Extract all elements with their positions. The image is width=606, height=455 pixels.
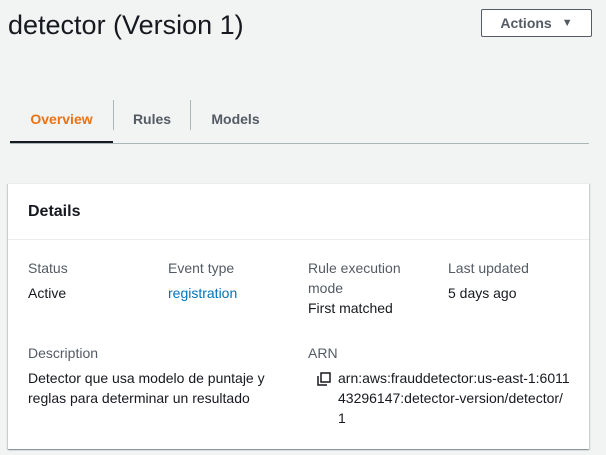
actions-button[interactable]: Actions ▼ <box>481 9 592 37</box>
arn-field: ARN arn:aws:frauddetector:us-east-1:6011… <box>308 343 570 428</box>
tab-overview-label: Overview <box>30 110 93 127</box>
last-updated-field: Last updated 5 days ago <box>448 258 529 303</box>
tab-models[interactable]: Models <box>191 96 280 142</box>
details-panel: Details Status Active Event type registr… <box>8 183 589 449</box>
details-panel-header: Details <box>8 184 589 240</box>
details-title: Details <box>28 202 81 220</box>
arn-value: arn:aws:frauddetector:us-east-1:60114329… <box>338 370 570 426</box>
tab-overview[interactable]: Overview <box>10 96 113 143</box>
event-type-label: Event type <box>168 260 235 276</box>
rule-execution-mode-label: Rule execution mode <box>308 260 401 296</box>
status-label: Status <box>28 260 68 276</box>
description-value: Detector que usa modelo de puntaje y reg… <box>28 370 265 406</box>
description-label: Description <box>28 345 99 361</box>
event-type-link[interactable]: registration <box>168 283 237 303</box>
tab-rules[interactable]: Rules <box>114 96 190 142</box>
arn-label: ARN <box>308 345 338 361</box>
status-value: Active <box>28 285 67 301</box>
actions-button-label: Actions <box>500 15 552 31</box>
last-updated-label: Last updated <box>448 260 529 276</box>
event-type-field: Event type registration <box>168 258 237 303</box>
description-field: Description Detector que usa modelo de p… <box>28 343 284 408</box>
tab-rules-label: Rules <box>132 111 172 127</box>
rule-execution-mode-value: First matched <box>308 300 393 316</box>
rule-execution-mode-field: Rule execution mode First matched <box>308 258 428 318</box>
last-updated-value: 5 days ago <box>448 285 517 301</box>
tab-bar: Overview Rules Models <box>10 96 589 144</box>
status-field: Status Active <box>28 258 68 303</box>
tab-models-label: Models <box>211 111 260 127</box>
page-title: detector (Version 1) <box>8 10 244 40</box>
caret-down-icon: ▼ <box>561 17 573 29</box>
copy-icon[interactable] <box>317 371 331 386</box>
